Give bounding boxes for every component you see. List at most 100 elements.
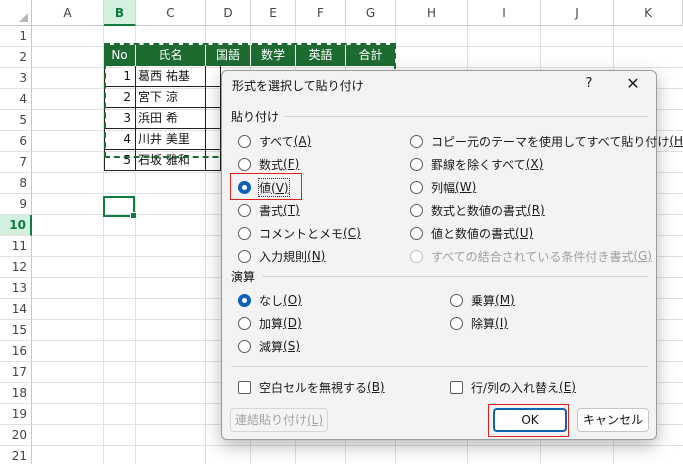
- row-header-12[interactable]: 12: [0, 257, 32, 278]
- paste-column-widths-radio[interactable]: 列幅 (W): [410, 177, 476, 197]
- help-button[interactable]: ?: [577, 73, 601, 95]
- operation-section-label: 演算: [231, 270, 256, 284]
- column-header-b[interactable]: B: [104, 0, 136, 26]
- table-header-math[interactable]: 数学: [251, 45, 296, 66]
- close-button[interactable]: ✕: [620, 73, 646, 95]
- row-header-19[interactable]: 19: [0, 404, 32, 425]
- table-cell-score[interactable]: [206, 129, 221, 150]
- table-cell-name[interactable]: 浜田 希: [136, 108, 206, 129]
- row-header-10[interactable]: 10: [0, 215, 32, 236]
- paste-formulas-key: (F): [283, 157, 300, 171]
- paste-no-borders-radio[interactable]: 罫線を除くすべて (X): [410, 154, 543, 174]
- row-header-17[interactable]: 17: [0, 362, 32, 383]
- skip-blanks-checkbox[interactable]: 空白セルを無視する (B): [238, 377, 385, 397]
- row-header-20[interactable]: 20: [0, 425, 32, 446]
- row-header-4[interactable]: 4: [0, 89, 32, 110]
- paste-comments-radio[interactable]: コメントとメモ (C): [238, 223, 361, 243]
- paste-formats-radio[interactable]: 書式 (T): [238, 200, 300, 220]
- paste-formats-key: (T): [283, 203, 300, 217]
- table-cell-name[interactable]: 石坂 雅和: [136, 150, 206, 171]
- paste-values-numfmt-radio[interactable]: 値と数値の書式 (U): [410, 223, 533, 243]
- table-cell-score[interactable]: [206, 150, 221, 171]
- row-header-7[interactable]: 7: [0, 152, 32, 173]
- table-header-japanese[interactable]: 国語: [206, 45, 251, 66]
- row-header-6[interactable]: 6: [0, 131, 32, 152]
- paste-link-label: 連結貼り付け: [234, 413, 307, 427]
- row-header-16[interactable]: 16: [0, 341, 32, 362]
- radio-disabled-icon: [410, 249, 423, 263]
- paste-column-widths-key: (W): [455, 180, 477, 194]
- paste-formulas-label: 数式: [259, 157, 284, 172]
- row-header-18[interactable]: 18: [0, 383, 32, 404]
- table-header-english[interactable]: 英語: [296, 45, 346, 66]
- column-header-d[interactable]: D: [206, 0, 251, 26]
- table-cell-no[interactable]: 4: [104, 129, 136, 150]
- radio-icon: [410, 157, 423, 171]
- row-header-5[interactable]: 5: [0, 110, 32, 131]
- operation-none-key: (O): [283, 293, 302, 307]
- row-header-15[interactable]: 15: [0, 320, 32, 341]
- column-header-i[interactable]: I: [468, 0, 541, 26]
- column-header-f[interactable]: F: [296, 0, 346, 26]
- table-cell-name[interactable]: 葛西 祐基: [136, 66, 206, 87]
- operation-multiply-radio[interactable]: 乗算 (M): [450, 290, 515, 310]
- paste-theme-all-radio[interactable]: コピー元のテーマを使用してすべて貼り付け(H): [410, 131, 683, 151]
- table-header-name[interactable]: 氏名: [136, 45, 206, 66]
- operation-divide-radio[interactable]: 除算 (I): [450, 313, 508, 333]
- row-header-13[interactable]: 13: [0, 278, 32, 299]
- column-header-g[interactable]: G: [346, 0, 396, 26]
- operation-divide-key: (I): [495, 316, 508, 330]
- paste-all-radio[interactable]: すべて (A): [238, 131, 311, 151]
- operation-add-label: 加算: [259, 316, 284, 331]
- column-header-a[interactable]: A: [32, 0, 104, 26]
- dialog-title: 形式を選択して貼り付け: [232, 79, 364, 93]
- paste-comments-key: (C): [343, 226, 361, 240]
- row-header-11[interactable]: 11: [0, 236, 32, 257]
- operation-none-radio[interactable]: なし (O): [238, 290, 302, 310]
- checkbox-icon: [450, 380, 463, 394]
- table-cell-no[interactable]: 3: [104, 108, 136, 129]
- select-all-corner[interactable]: [0, 0, 32, 26]
- radio-icon: [410, 226, 423, 240]
- row-header-8[interactable]: 8: [0, 173, 32, 194]
- paste-link-button[interactable]: 連結貼り付け(L): [230, 408, 328, 432]
- paste-no-borders-label: 罫線を除くすべて: [431, 157, 526, 172]
- paste-validation-label: 入力規則: [259, 249, 308, 264]
- table-header-total[interactable]: 合計: [346, 45, 396, 66]
- operation-divide-label: 除算: [471, 316, 496, 331]
- cancel-button[interactable]: キャンセル: [577, 408, 649, 432]
- row-header-21[interactable]: 21: [0, 446, 32, 464]
- table-cell-no[interactable]: 2: [104, 87, 136, 108]
- table-header-no[interactable]: No: [104, 45, 136, 66]
- paste-formulas-numfmt-radio[interactable]: 数式と数値の書式 (R): [410, 200, 545, 220]
- table-cell-score[interactable]: [206, 108, 221, 129]
- table-cell-no[interactable]: 5: [104, 150, 136, 171]
- column-header-e[interactable]: E: [251, 0, 296, 26]
- table-cell-score[interactable]: [206, 66, 221, 87]
- skip-blanks-label: 空白セルを無視する: [259, 380, 368, 395]
- operation-add-radio[interactable]: 加算 (D): [238, 313, 302, 333]
- paste-formulas-radio[interactable]: 数式 (F): [238, 154, 299, 174]
- row-header-1[interactable]: 1: [0, 26, 32, 47]
- row-header-14[interactable]: 14: [0, 299, 32, 320]
- paste-validation-key: (N): [307, 249, 326, 263]
- table-cell-no[interactable]: 1: [104, 66, 136, 87]
- row-header-3[interactable]: 3: [0, 68, 32, 89]
- operation-subtract-radio[interactable]: 減算 (S): [238, 336, 300, 356]
- row-header-9[interactable]: 9: [0, 194, 32, 215]
- paste-merge-conditional-key: (G): [633, 249, 652, 263]
- column-header-c[interactable]: C: [136, 0, 206, 26]
- column-header-j[interactable]: J: [541, 0, 614, 26]
- row-header-2[interactable]: 2: [0, 47, 32, 68]
- table-cell-score[interactable]: [206, 87, 221, 108]
- table-cell-name[interactable]: 川井 美里: [136, 129, 206, 150]
- paste-all-label: すべて: [259, 134, 294, 149]
- radio-icon: [238, 249, 251, 263]
- column-header-h[interactable]: H: [396, 0, 468, 26]
- paste-validation-radio[interactable]: 入力規則 (N): [238, 246, 325, 266]
- table-cell-name[interactable]: 宮下 涼: [136, 87, 206, 108]
- transpose-checkbox[interactable]: 行/列の入れ替え (E): [450, 377, 576, 397]
- radio-icon: [238, 157, 251, 171]
- active-cell-b10[interactable]: [103, 196, 137, 219]
- column-header-k[interactable]: K: [614, 0, 683, 26]
